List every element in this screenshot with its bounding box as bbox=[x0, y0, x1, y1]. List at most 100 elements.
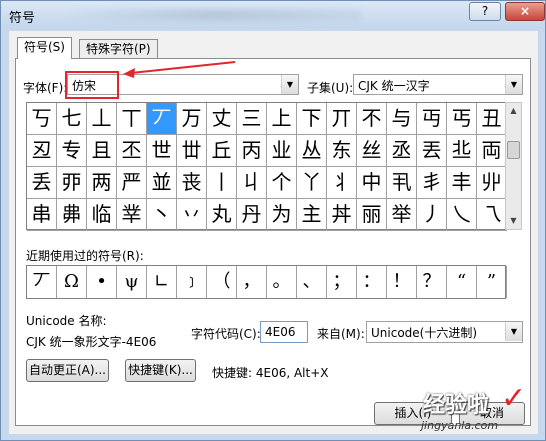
symbol-cell[interactable]: 丛 bbox=[297, 135, 327, 167]
symbol-cell[interactable]: 丑 bbox=[477, 103, 507, 135]
symbol-cell[interactable]: 乁 bbox=[477, 199, 507, 231]
subset-select[interactable]: CJK 统一汉字 ▼ bbox=[353, 74, 523, 95]
tab-special-characters[interactable]: 特殊字符(P) bbox=[79, 39, 158, 59]
symbol-cell[interactable]: 丈 bbox=[207, 103, 237, 135]
recent-symbol-cell[interactable]: （ bbox=[207, 266, 237, 298]
tab-symbols[interactable]: 符号(S) bbox=[17, 37, 72, 59]
recent-symbol-cell[interactable]: ﹞ bbox=[177, 266, 207, 298]
symbol-cell[interactable]: 丒 bbox=[27, 135, 57, 167]
recent-symbol-cell[interactable]: Ω bbox=[57, 266, 87, 298]
symbol-cell[interactable]: 两 bbox=[87, 167, 117, 199]
symbol-cell[interactable]: 与 bbox=[387, 103, 417, 135]
recent-symbol-cell[interactable]: 。 bbox=[267, 266, 297, 298]
recent-symbol-cell[interactable]: ， bbox=[237, 266, 267, 298]
symbol-cell[interactable]: 丕 bbox=[117, 135, 147, 167]
scroll-down-icon[interactable]: ▼ bbox=[506, 213, 521, 229]
symbol-cell[interactable]: 丶 bbox=[147, 199, 177, 231]
symbol-cell[interactable]: 丟 bbox=[417, 135, 447, 167]
shortcut-key-button[interactable]: 快捷键(K)... bbox=[125, 359, 196, 382]
close-button[interactable]: × bbox=[505, 2, 545, 21]
symbol-cell[interactable]: 业 bbox=[267, 135, 297, 167]
symbol-cell[interactable]: 临 bbox=[87, 199, 117, 231]
symbol-cell[interactable]: 丂 bbox=[27, 103, 57, 135]
chevron-down-icon[interactable]: ▼ bbox=[505, 322, 522, 341]
recent-symbol-cell[interactable]: “ bbox=[447, 266, 477, 298]
symbol-cell[interactable]: 严 bbox=[117, 167, 147, 199]
symbol-cell[interactable]: 丬 bbox=[327, 167, 357, 199]
symbol-cell[interactable]: 両 bbox=[477, 135, 507, 167]
recent-symbol-cell[interactable]: ： bbox=[357, 266, 387, 298]
recent-symbol-cell[interactable]: ？ bbox=[417, 266, 447, 298]
symbol-cell[interactable]: 举 bbox=[387, 199, 417, 231]
symbol-cell[interactable]: 丮 bbox=[387, 167, 417, 199]
symbol-cell[interactable]: 並 bbox=[147, 167, 177, 199]
chevron-down-icon[interactable]: ▼ bbox=[505, 75, 522, 94]
symbol-cell[interactable]: 三 bbox=[237, 103, 267, 135]
symbol-cell[interactable]: 丫 bbox=[297, 167, 327, 199]
symbol-dialog: 符号 ? × 符号(S) 特殊字符(P) 字体(F): 仿宋 ▼ 子集(U): … bbox=[0, 0, 546, 441]
symbol-cell[interactable]: 中 bbox=[357, 167, 387, 199]
font-highlight-annotation bbox=[65, 71, 119, 99]
scroll-up-icon[interactable]: ▲ bbox=[506, 103, 521, 119]
symbol-cell[interactable]: 丩 bbox=[237, 167, 267, 199]
symbol-cell[interactable]: 七 bbox=[57, 103, 87, 135]
symbol-cell[interactable]: 丗 bbox=[177, 135, 207, 167]
autocorrect-button[interactable]: 自动更正(A)... bbox=[26, 359, 109, 382]
scroll-thumb[interactable] bbox=[507, 141, 520, 159]
char-code-input[interactable]: 4E06 bbox=[260, 321, 308, 343]
recent-symbol-cell[interactable]: ∟ bbox=[147, 266, 177, 298]
symbol-cell[interactable]: 专 bbox=[57, 135, 87, 167]
recent-symbol-cell[interactable]: 、 bbox=[297, 266, 327, 298]
symbol-cell[interactable]: 上 bbox=[267, 103, 297, 135]
chevron-down-icon[interactable]: ▼ bbox=[281, 75, 298, 94]
recent-symbol-cell[interactable]: ！ bbox=[387, 266, 417, 298]
symbol-cell[interactable]: 东 bbox=[327, 135, 357, 167]
symbol-cell[interactable]: 丼 bbox=[327, 199, 357, 231]
symbol-cell[interactable]: 且 bbox=[87, 135, 117, 167]
symbol-cell[interactable]: 世 bbox=[147, 135, 177, 167]
symbol-cell[interactable]: 丳 bbox=[57, 199, 87, 231]
symbol-cell[interactable]: 丘 bbox=[207, 135, 237, 167]
symbol-cell[interactable]: 丄 bbox=[87, 103, 117, 135]
symbol-cell[interactable]: 下 bbox=[297, 103, 327, 135]
symbol-cell[interactable]: 丨 bbox=[207, 167, 237, 199]
symbol-cell[interactable]: 个 bbox=[267, 167, 297, 199]
recent-symbol-cell[interactable]: 丆 bbox=[27, 266, 57, 298]
recent-symbol-cell[interactable]: ； bbox=[327, 266, 357, 298]
symbol-cell[interactable]: 串 bbox=[27, 199, 57, 231]
symbol-cell[interactable]: 丞 bbox=[387, 135, 417, 167]
from-select[interactable]: Unicode(十六进制) ▼ bbox=[366, 321, 523, 343]
symbol-cell[interactable]: 丏 bbox=[417, 103, 447, 135]
symbol-cell[interactable]: 丣 bbox=[57, 167, 87, 199]
recent-symbol-cell[interactable]: • bbox=[87, 266, 117, 298]
symbol-cell[interactable]: 乀 bbox=[447, 199, 477, 231]
symbol-cell[interactable]: 丹 bbox=[237, 199, 267, 231]
symbol-cell[interactable]: 丆 bbox=[147, 103, 177, 135]
symbol-cell[interactable]: 丷 bbox=[177, 199, 207, 231]
recent-symbol-cell[interactable]: ψ bbox=[117, 266, 147, 298]
unicode-name-label: Unicode 名称: bbox=[26, 314, 107, 328]
symbol-grid-scrollbar[interactable]: ▲ ▼ bbox=[505, 102, 522, 230]
symbol-cell[interactable]: 丰 bbox=[447, 167, 477, 199]
symbol-cell[interactable]: 丢 bbox=[27, 167, 57, 199]
symbol-cell[interactable]: 丝 bbox=[357, 135, 387, 167]
symbol-cell[interactable]: 丱 bbox=[477, 167, 507, 199]
symbol-cell[interactable]: 丐 bbox=[447, 103, 477, 135]
subset-label: 子集(U): bbox=[307, 81, 354, 95]
symbol-cell[interactable]: 丯 bbox=[417, 167, 447, 199]
symbol-cell[interactable]: 丧 bbox=[177, 167, 207, 199]
symbol-cell[interactable]: 为 bbox=[267, 199, 297, 231]
symbol-cell[interactable]: 丌 bbox=[327, 103, 357, 135]
symbol-cell[interactable]: 丙 bbox=[237, 135, 267, 167]
help-button[interactable]: ? bbox=[469, 2, 501, 21]
symbol-cell[interactable]: 主 bbox=[297, 199, 327, 231]
symbol-cell[interactable]: 丽 bbox=[357, 199, 387, 231]
symbol-cell[interactable]: 丸 bbox=[207, 199, 237, 231]
symbol-cell[interactable]: 丠 bbox=[447, 135, 477, 167]
recent-symbol-cell[interactable]: ” bbox=[477, 266, 507, 298]
symbol-cell[interactable]: 丵 bbox=[117, 199, 147, 231]
symbol-cell[interactable]: 丅 bbox=[117, 103, 147, 135]
symbol-cell[interactable]: 丿 bbox=[417, 199, 447, 231]
symbol-cell[interactable]: 万 bbox=[177, 103, 207, 135]
symbol-cell[interactable]: 不 bbox=[357, 103, 387, 135]
